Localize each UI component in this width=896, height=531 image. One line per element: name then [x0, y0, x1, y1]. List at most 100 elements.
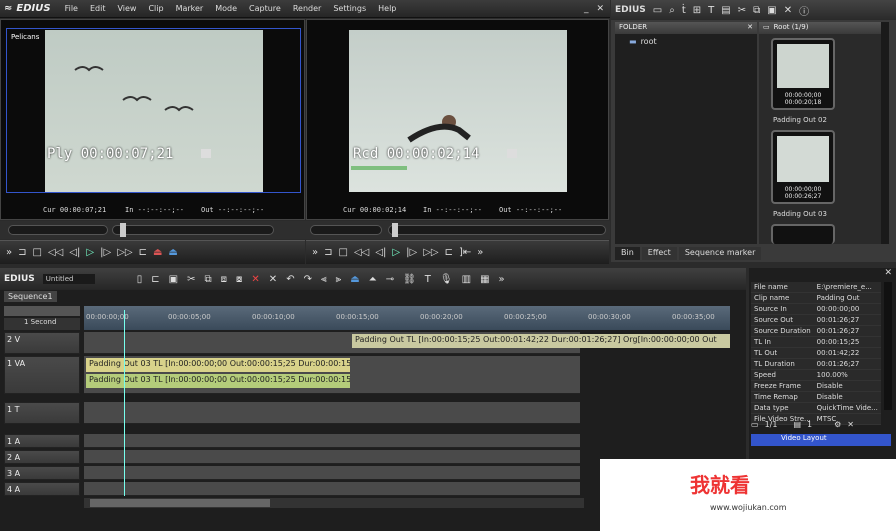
menu-help[interactable]: Help: [372, 4, 402, 13]
timeline-ruler[interactable]: 00:00:00;00 00:00:05;00 00:00:10;00 00:0…: [84, 306, 730, 330]
link-icon[interactable]: ⛓: [403, 274, 416, 285]
track-3a-header[interactable]: 3 A: [4, 466, 80, 480]
menu-settings[interactable]: Settings: [327, 4, 372, 13]
ripple-delete-icon[interactable]: ✕: [269, 274, 277, 285]
paste-icon[interactable]: ⧈: [221, 274, 227, 285]
loop-icon[interactable]: ⊏: [445, 247, 453, 258]
copy-icon[interactable]: ⧉: [753, 5, 760, 16]
title-icon[interactable]: T: [708, 5, 714, 16]
loop-icon[interactable]: ⊏: [139, 247, 147, 258]
menu-edit[interactable]: Edit: [84, 4, 112, 13]
fast-forward-icon[interactable]: ▷▷: [423, 247, 438, 258]
menu-capture[interactable]: Capture: [243, 4, 287, 13]
clip-v2[interactable]: Padding Out TL [In:00:00:15;25 Out:00:01…: [352, 334, 730, 348]
undo-icon[interactable]: ↶: [286, 274, 294, 285]
sequence-tab[interactable]: Sequence1: [4, 291, 57, 302]
snap-icon[interactable]: ⫷: [321, 274, 327, 285]
redo-icon[interactable]: ↷: [304, 274, 312, 285]
minimize-icon[interactable]: _: [584, 4, 589, 14]
playhead-cursor[interactable]: [124, 310, 125, 496]
replace-icon[interactable]: ⧇: [236, 274, 242, 285]
copy-icon[interactable]: ⧉: [205, 274, 212, 285]
step-forward-icon[interactable]: |▷: [100, 247, 111, 258]
menu-file[interactable]: File: [59, 4, 84, 13]
chevron-icon[interactable]: »: [477, 247, 483, 258]
cut-icon[interactable]: ✂: [187, 274, 195, 285]
bin-scrollbar[interactable]: [881, 22, 889, 244]
zoom-slider[interactable]: [4, 306, 80, 316]
settings-icon[interactable]: ⚙: [834, 420, 841, 429]
color-bar-icon[interactable]: ▤: [721, 5, 730, 16]
new-icon[interactable]: ▯: [137, 274, 143, 285]
chevron-icon[interactable]: »: [312, 247, 318, 258]
folder-icon[interactable]: ▭: [653, 5, 662, 16]
recorder-scrubber[interactable]: [388, 225, 606, 235]
track-1a-header[interactable]: 1 A: [4, 434, 80, 448]
open-icon[interactable]: ⊏: [151, 274, 159, 285]
rewind-icon[interactable]: ◁◁: [354, 247, 369, 258]
mark-in-icon[interactable]: ⊐: [18, 247, 26, 258]
chevron-icon[interactable]: »: [499, 274, 505, 285]
recorder-scrubber-handle[interactable]: [392, 223, 398, 237]
save-icon[interactable]: ▣: [169, 274, 178, 285]
clip-thumb-2[interactable]: 00:00:00;00 00:00:26;27: [771, 130, 835, 204]
track-1va-header[interactable]: 1 VA: [4, 356, 80, 394]
menu-clip[interactable]: Clip: [142, 4, 169, 13]
delete-icon[interactable]: ✕: [251, 274, 259, 285]
clip-va1-audio[interactable]: Padding Out 03 TL [In:00:00:00;00 Out:00…: [86, 374, 350, 388]
stop-icon[interactable]: □: [339, 247, 348, 258]
tab-sequence-marker[interactable]: Sequence marker: [678, 247, 762, 260]
overwrite-icon[interactable]: ⏏: [168, 247, 177, 258]
menu-view[interactable]: View: [111, 4, 142, 13]
close-icon[interactable]: ✕: [596, 4, 604, 14]
close-icon[interactable]: ✕: [884, 268, 892, 278]
track-2a-header[interactable]: 2 A: [4, 450, 80, 464]
delete-icon[interactable]: ✕: [784, 5, 792, 16]
mic-icon[interactable]: 🎙: [440, 274, 453, 285]
info-icon[interactable]: ⓘ: [799, 3, 809, 18]
close-icon[interactable]: ✕: [847, 420, 854, 429]
split-icon[interactable]: ⊸: [386, 274, 394, 285]
menu-mode[interactable]: Mode: [209, 4, 243, 13]
tab-bin[interactable]: Bin: [615, 247, 640, 260]
layout-icon[interactable]: ▦: [480, 274, 489, 285]
cut-icon[interactable]: ✂: [738, 5, 746, 16]
step-back-icon[interactable]: ◁|: [375, 247, 386, 258]
tab-effect[interactable]: Effect: [641, 247, 677, 260]
mark-in-icon[interactable]: ⊐: [324, 247, 332, 258]
render-icon[interactable]: ▥: [462, 274, 471, 285]
rewind-icon[interactable]: ◁◁: [48, 247, 63, 258]
chevron-icon[interactable]: »: [6, 247, 12, 258]
menu-render[interactable]: Render: [287, 4, 327, 13]
play-icon[interactable]: ▷: [86, 247, 94, 258]
clip-thumb-1[interactable]: 00:00:00;00 00:00:20;18: [771, 38, 835, 110]
folder-root[interactable]: ▬ root: [615, 34, 757, 49]
fast-forward-icon[interactable]: ▷▷: [117, 247, 132, 258]
video-layout-item[interactable]: Video Layout: [751, 434, 891, 446]
play-icon[interactable]: ▷: [392, 247, 400, 258]
insert-mode-icon[interactable]: ⏏: [350, 274, 359, 285]
insert-icon[interactable]: ⏏: [153, 247, 162, 258]
close-icon[interactable]: ✕: [747, 23, 753, 33]
up-icon[interactable]: ṫ: [682, 5, 686, 16]
add-clip-icon[interactable]: ⊞: [693, 5, 701, 16]
clip-va1[interactable]: Padding Out 03 TL [In:00:00:00;00 Out:00…: [86, 358, 350, 372]
timeline-scrollbar[interactable]: [84, 498, 584, 508]
player-scrubber[interactable]: [112, 225, 274, 235]
track-4a-header[interactable]: 4 A: [4, 482, 80, 496]
recorder-shuttle[interactable]: [310, 225, 382, 235]
title-icon[interactable]: T: [425, 274, 431, 285]
menu-marker[interactable]: Marker: [170, 4, 210, 13]
player-shuttle[interactable]: [8, 225, 108, 235]
search-icon[interactable]: ⌕: [669, 5, 675, 16]
scrollbar-thumb[interactable]: [90, 499, 270, 507]
sync-icon[interactable]: ⫸: [336, 274, 342, 285]
step-back-icon[interactable]: ◁|: [69, 247, 80, 258]
marker-icon[interactable]: ⏶: [369, 274, 377, 285]
properties-scrollbar[interactable]: [884, 282, 892, 410]
track-2v-header[interactable]: 2 V: [4, 332, 80, 354]
stop-icon[interactable]: □: [33, 247, 42, 258]
project-name[interactable]: Untitled: [42, 274, 95, 284]
player-scrubber-handle[interactable]: [120, 223, 126, 237]
step-forward-icon[interactable]: |▷: [406, 247, 417, 258]
